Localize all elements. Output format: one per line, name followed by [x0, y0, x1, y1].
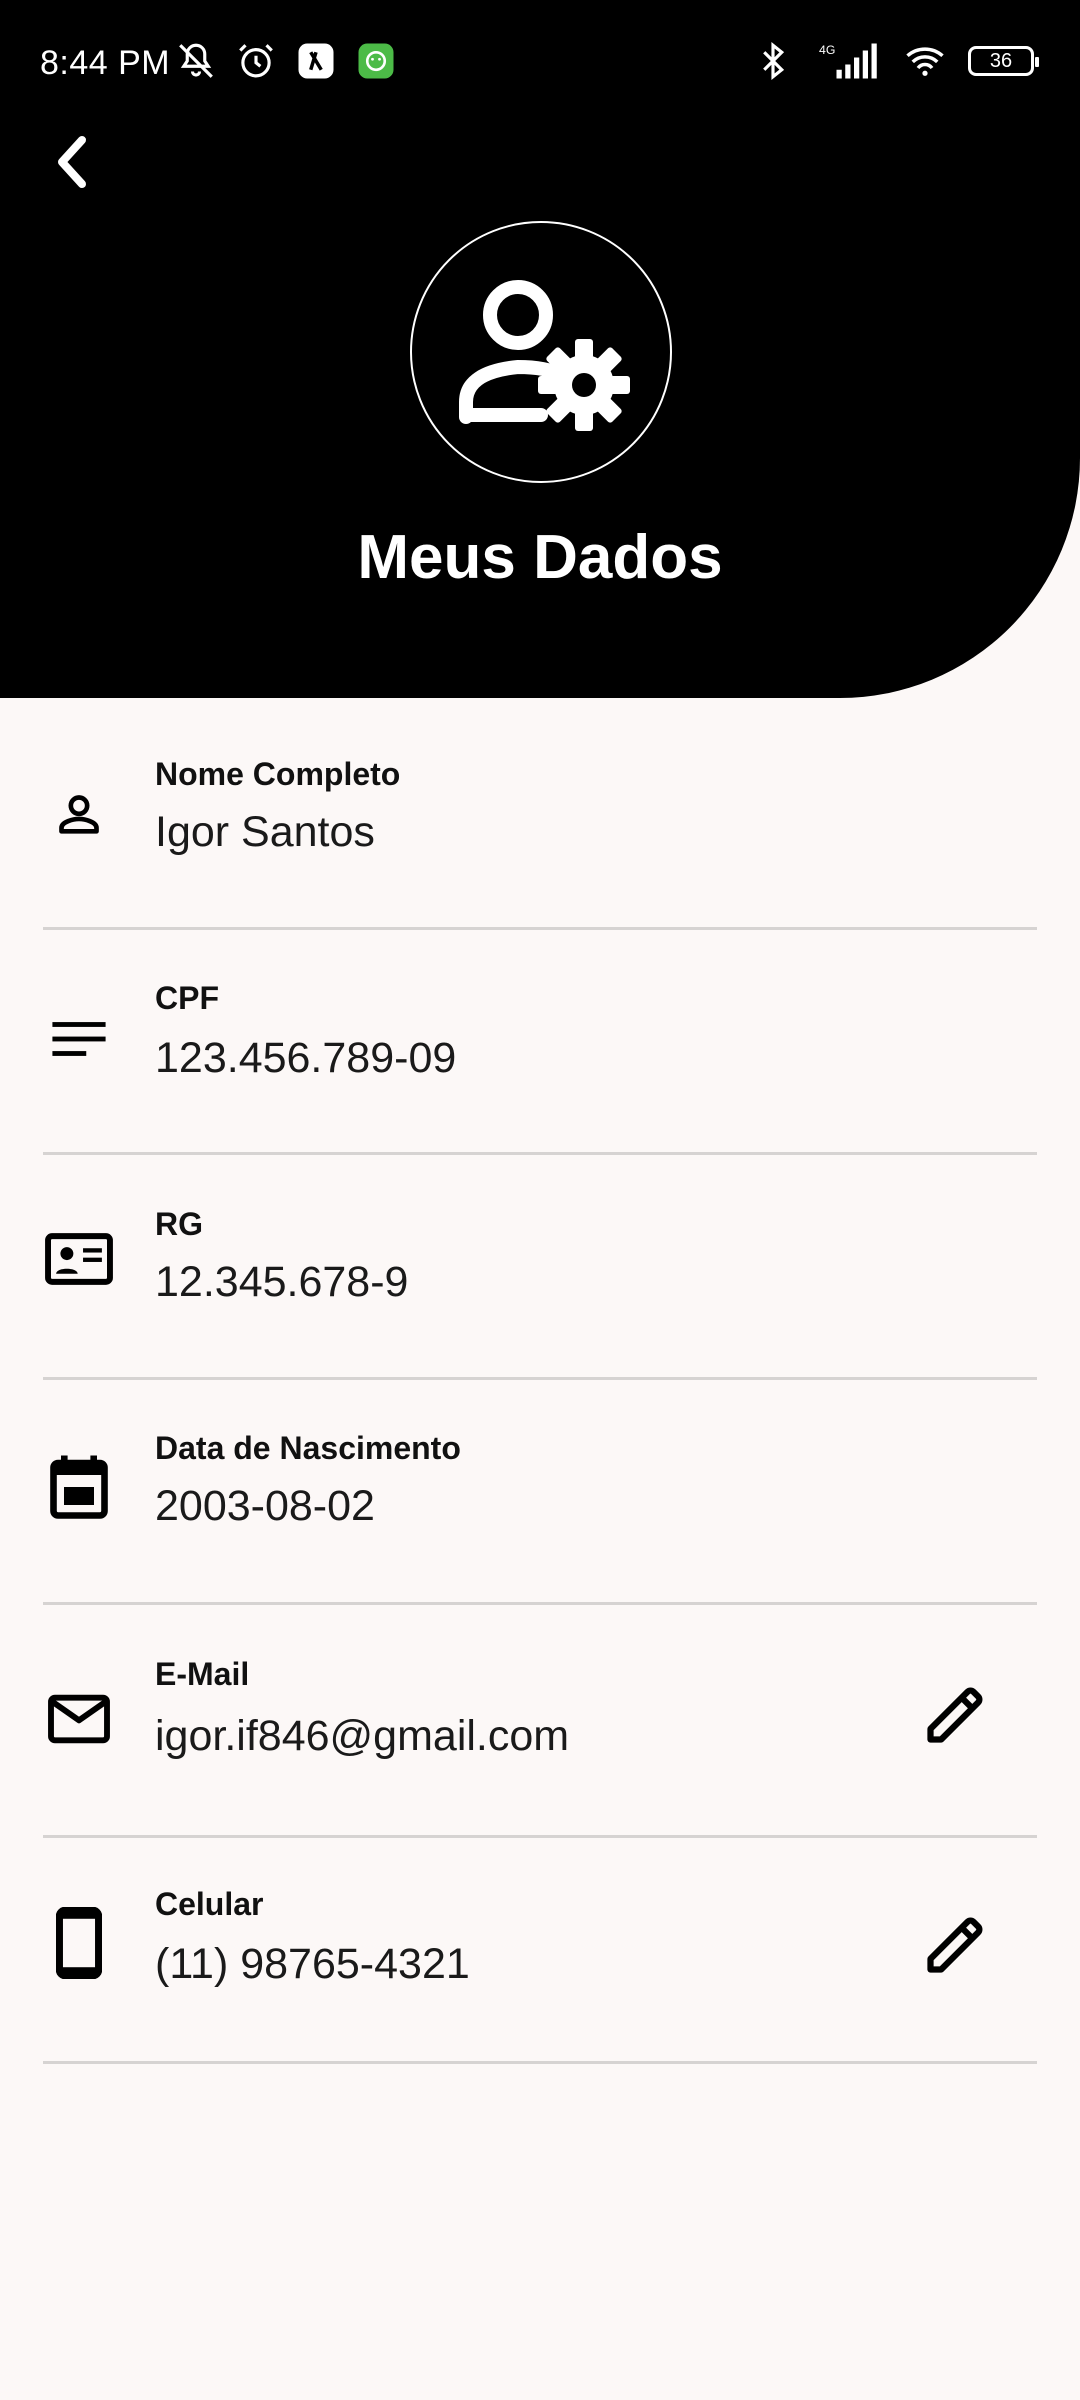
- my-data-screen: 8:44 PM 4G 36 Meus Dados Nome Completo I…: [0, 0, 1080, 2400]
- chevron-left-icon: [58, 136, 86, 188]
- battery-level: 36: [989, 49, 1013, 72]
- bluetooth-icon: [763, 41, 785, 81]
- field-phone: Celular (11) 98765-4321: [0, 1874, 1080, 2074]
- divider: [43, 2061, 1037, 2064]
- edit-phone-button[interactable]: [916, 1904, 996, 1984]
- field-label: Data de Nascimento: [155, 1430, 461, 1466]
- field-value: 12.345.678-9: [155, 1258, 409, 1306]
- status-time: 8:44 PM: [40, 44, 171, 82]
- person-outline-icon: [44, 780, 114, 850]
- short-text-icon: [44, 1004, 114, 1074]
- field-cpf: CPF 123.456.789-09: [0, 966, 1080, 1156]
- field-label: CPF: [155, 980, 219, 1016]
- app-notification-icon: [298, 43, 334, 79]
- avatar: [410, 221, 672, 483]
- field-label: Nome Completo: [155, 756, 401, 792]
- field-birth-date: Data de Nascimento 2003-08-02: [0, 1416, 1080, 1606]
- manage-account-icon: [459, 280, 630, 431]
- field-value: Igor Santos: [155, 808, 375, 856]
- back-button[interactable]: [44, 130, 100, 194]
- field-email: E-Mail igor.if846@gmail.com: [0, 1642, 1080, 1842]
- id-card-icon: [44, 1224, 114, 1294]
- signal-icon: 4G: [819, 43, 877, 79]
- calendar-event-icon: [44, 1452, 114, 1522]
- divider: [43, 1152, 1037, 1155]
- pencil-icon: [927, 1687, 983, 1743]
- divider: [43, 1377, 1037, 1380]
- svg-text:4G: 4G: [819, 43, 835, 57]
- divider: [43, 927, 1037, 930]
- notification-icons: [175, 40, 397, 82]
- system-icons: 4G 36: [752, 40, 1039, 82]
- alarm-icon: [239, 44, 273, 78]
- smartphone-icon: [44, 1907, 114, 1979]
- page-title: Meus Dados: [357, 523, 723, 592]
- profile-header: 8:44 PM 4G 36 Meus Dados: [0, 0, 1080, 698]
- bell-off-icon: [179, 43, 213, 78]
- battery-indicator: 36: [968, 46, 1039, 76]
- field-full-name: Nome Completo Igor Santos: [0, 740, 1080, 930]
- field-label: Celular: [155, 1886, 264, 1922]
- status-bar: 8:44 PM 4G 36: [0, 0, 1080, 130]
- field-rg: RG 12.345.678-9: [0, 1192, 1080, 1382]
- field-value: igor.if846@gmail.com: [155, 1712, 570, 1760]
- pencil-icon: [927, 1917, 983, 1973]
- field-label: RG: [155, 1206, 203, 1242]
- field-label: E-Mail: [155, 1656, 250, 1692]
- wifi-icon: [906, 47, 944, 76]
- mail-outline-icon: [44, 1684, 114, 1754]
- divider: [43, 1835, 1037, 1838]
- field-value: 123.456.789-09: [155, 1034, 457, 1082]
- green-app-notification-icon: [358, 43, 394, 79]
- field-value: (11) 98765-4321: [155, 1940, 470, 1988]
- field-value: 2003-08-02: [155, 1482, 375, 1530]
- divider: [43, 1602, 1037, 1605]
- edit-email-button[interactable]: [916, 1674, 996, 1754]
